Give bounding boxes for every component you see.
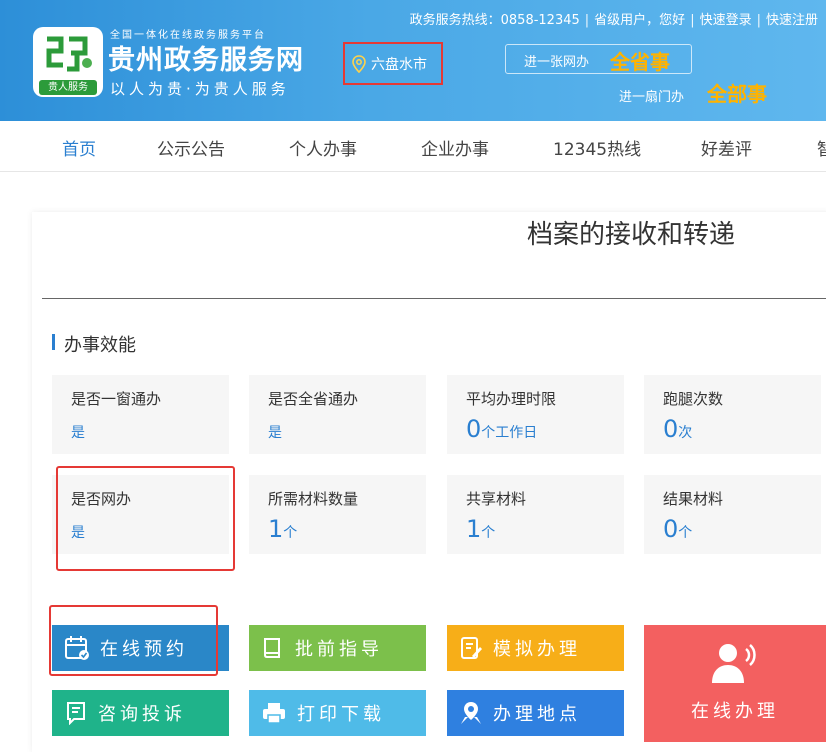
tile-number: 0: [663, 515, 679, 543]
tile-province-wide: 是否全省通办 是: [249, 375, 426, 454]
quick-login-link[interactable]: 快速登录: [700, 13, 752, 28]
nav-item-personal[interactable]: 个人办事: [289, 135, 357, 160]
handling-location-button[interactable]: 办理地点: [447, 690, 624, 736]
tile-label: 结果材料: [663, 490, 724, 508]
user-status: 省级用户，您好: [594, 13, 686, 28]
location-pin-icon: [352, 54, 366, 73]
nav-item-home[interactable]: 首页: [62, 135, 96, 160]
tile-visit-count: 跑腿次数 0次: [644, 375, 821, 454]
location-label: 六盘水市: [371, 56, 427, 73]
tile-number-value: 1个: [466, 515, 495, 543]
tile-unit: 个: [283, 525, 298, 541]
simulate-handling-label: 模拟办理: [493, 639, 581, 660]
tile-unit: 次: [678, 425, 693, 441]
tile-label: 所需材料数量: [268, 490, 359, 508]
section-marker: [52, 334, 55, 350]
tile-result-materials: 结果材料 0个: [644, 475, 821, 554]
pre-approval-guide-label: 批前指导: [295, 639, 383, 660]
logo-tag: 贵人服务: [39, 80, 97, 95]
nav-item-announcements[interactable]: 公示公告: [157, 135, 225, 160]
highlight-box-online-booking: [49, 605, 218, 676]
tile-number: 0: [663, 415, 679, 443]
location-switcher[interactable]: 六盘水市: [343, 42, 443, 85]
title-divider: [42, 298, 826, 299]
tile-shared-materials: 共享材料 1个: [447, 475, 624, 554]
tile-number: 1: [268, 515, 284, 543]
tile-number-value: 1个: [268, 515, 297, 543]
map-pin-icon: [461, 702, 481, 724]
top-links: 政务服务热线：0858-12345 | 省级用户，您好 | 快速登录 | 快速注册: [409, 13, 818, 28]
site-slogan: 以人为贵·为贵人服务: [110, 80, 290, 98]
online-handling-label: 在线办理: [691, 701, 779, 722]
tile-number-value: 0次: [663, 415, 692, 443]
tile-value: 是: [268, 425, 282, 441]
tile-label: 共享材料: [466, 490, 527, 508]
tile-value: 是: [71, 425, 85, 441]
main-nav: 首页 公示公告 个人办事 企业办事 12345热线 好差评 智: [0, 121, 826, 172]
consult-complaint-button[interactable]: 咨询投诉: [52, 690, 229, 736]
tile-label: 是否全省通办: [268, 390, 359, 408]
nav-item-enterprise[interactable]: 企业办事: [421, 135, 489, 160]
logo-mark-icon: [41, 31, 95, 75]
print-download-button[interactable]: 打印下载: [249, 690, 426, 736]
tile-number: 0: [466, 415, 482, 443]
consult-complaint-label: 咨询投诉: [98, 704, 186, 725]
promo-line1-text: 进一张网办: [524, 55, 590, 70]
promo-line2-text: 进一扇门办: [619, 90, 685, 105]
tile-one-window: 是否一窗通办 是: [52, 375, 229, 454]
printer-icon: [263, 703, 285, 724]
section-title: 办事效能: [64, 335, 136, 356]
tile-number-value: 0个工作日: [466, 415, 537, 443]
tile-label: 跑腿次数: [663, 390, 724, 408]
tile-unit: 个: [678, 525, 693, 541]
edit-document-icon: [461, 637, 482, 659]
tile-materials-count: 所需材料数量 1个: [249, 475, 426, 554]
site-name[interactable]: 贵州政务服务网: [108, 38, 304, 77]
handling-location-label: 办理地点: [493, 704, 581, 725]
nav-item-evaluation[interactable]: 好差评: [701, 135, 752, 160]
tile-unit: 个工作日: [481, 425, 538, 441]
tile-number-value: 0个: [663, 515, 692, 543]
book-icon: [264, 638, 280, 658]
pre-approval-guide-button[interactable]: 批前指导: [249, 625, 426, 671]
page-title: 档案的接收和转递: [527, 220, 736, 250]
hotline-text: 政务服务热线：0858-12345: [409, 13, 580, 28]
feedback-doc-icon: [67, 702, 85, 725]
promo-banner-top: 进一张网办 全省事: [505, 44, 692, 74]
quick-register-link[interactable]: 快速注册: [766, 13, 818, 28]
promo-line1-bold: 全省事: [610, 50, 670, 74]
site-header: 贵人服务 全国一体化在线政务服务平台 贵州政务服务网 以人为贵·为贵人服务 六盘…: [0, 0, 826, 121]
tile-unit: 个: [481, 525, 496, 541]
print-download-label: 打印下载: [297, 704, 385, 725]
nav-item-hotline[interactable]: 12345热线: [553, 135, 641, 160]
tile-label: 平均办理时限: [466, 390, 557, 408]
simulate-handling-button[interactable]: 模拟办理: [447, 625, 624, 671]
site-logo[interactable]: 贵人服务: [33, 27, 103, 97]
tile-number: 1: [466, 515, 482, 543]
online-handling-button[interactable]: 在线办理: [644, 625, 826, 742]
highlight-box-online-handling: [56, 466, 235, 571]
user-service-icon: [712, 644, 756, 683]
nav-item-more[interactable]: 智: [817, 135, 826, 160]
tile-avg-time-limit: 平均办理时限 0个工作日: [447, 375, 624, 454]
promo-line2-bold: 全部事: [707, 82, 767, 106]
tile-label: 是否一窗通办: [71, 390, 162, 408]
